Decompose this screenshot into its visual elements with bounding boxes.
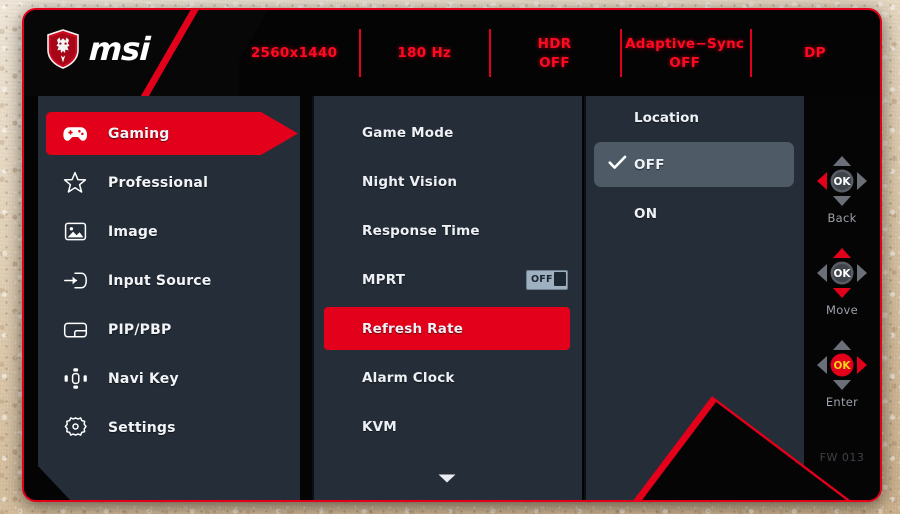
msi-wordmark: msi <box>88 30 151 68</box>
osd-window: msi 2560x1440 180 Hz HDR OFF Adaptive−Sy… <box>22 8 882 502</box>
input-arrow-icon <box>60 266 90 296</box>
mprt-toggle-knob <box>554 271 566 286</box>
sidebar-item-image[interactable]: Image <box>38 207 300 256</box>
dpad-move-icon: OK <box>817 248 867 298</box>
status-bar: 2560x1440 180 Hz HDR OFF Adaptive−Sync O… <box>229 10 880 96</box>
firmware-version: FW 013 <box>819 451 865 464</box>
key-guide-panel: OK Back OK Move OK Enter FW 013 <box>804 96 880 500</box>
submenu-column: Game Mode Night Vision Response Time MPR… <box>312 96 582 500</box>
status-input-port: DP <box>749 10 880 96</box>
osd-body: Gaming Professional Image Input Source P… <box>24 96 880 500</box>
status-refresh-rate: 180 Hz <box>359 10 489 96</box>
sidebar-item-input-source[interactable]: Input Source <box>38 256 300 305</box>
gamepad-icon <box>60 119 90 149</box>
svg-text:OK: OK <box>833 176 851 188</box>
submenu-item-refresh-rate[interactable]: Refresh Rate <box>312 304 582 353</box>
key-guide-caption: Move <box>825 303 859 317</box>
sidebar: Gaming Professional Image Input Source P… <box>38 96 300 500</box>
sidebar-item-pip-pbp[interactable]: PIP/PBP <box>38 305 300 354</box>
msi-logo: msi <box>46 29 151 69</box>
status-hdr: HDR OFF <box>489 10 619 96</box>
option-label: OFF <box>634 156 665 173</box>
sidebar-item-label: Image <box>108 223 158 240</box>
submenu-item-response-time[interactable]: Response Time <box>312 206 582 255</box>
star-icon <box>60 168 90 198</box>
submenu-item-label: KVM <box>362 418 397 435</box>
sidebar-item-gaming[interactable]: Gaming <box>38 109 300 158</box>
chevron-down-icon <box>438 474 456 483</box>
pip-pbp-icon <box>60 315 90 345</box>
dpad-enter-icon: OK <box>817 340 867 390</box>
mprt-toggle-label: OFF <box>531 274 553 285</box>
msi-dragon-shield-icon <box>47 29 79 69</box>
sidebar-item-navi-key[interactable]: Navi Key <box>38 354 300 403</box>
sidebar-item-label: Navi Key <box>108 370 179 387</box>
sidebar-item-label: Input Source <box>108 272 212 289</box>
mprt-toggle[interactable]: OFF <box>526 269 568 290</box>
key-guide-back[interactable]: OK Back <box>804 152 880 225</box>
option-on[interactable]: ON <box>584 189 804 238</box>
check-icon <box>608 155 627 175</box>
options-header-label: Location <box>634 110 699 126</box>
status-adaptive-sync: Adaptive−Sync OFF <box>619 10 750 96</box>
submenu-item-mprt[interactable]: MPRT OFF <box>312 255 582 304</box>
svg-text:OK: OK <box>833 268 851 280</box>
key-guide-enter[interactable]: OK Enter <box>804 336 880 409</box>
options-header: Location <box>584 96 804 140</box>
picture-icon <box>60 217 90 247</box>
sidebar-item-label: Settings <box>108 419 176 436</box>
submenu-item-alarm-clock[interactable]: Alarm Clock <box>312 353 582 402</box>
option-off[interactable]: OFF <box>584 140 804 189</box>
dpad-back-icon: OK <box>817 156 867 206</box>
submenu-item-label: Game Mode <box>362 124 454 141</box>
submenu-item-label: MPRT <box>362 271 406 288</box>
submenu-item-kvm[interactable]: KVM <box>312 402 582 451</box>
submenu-item-night-vision[interactable]: Night Vision <box>312 157 582 206</box>
sidebar-item-label: Professional <box>108 174 209 191</box>
key-guide-caption: Back <box>827 211 857 225</box>
navi-key-icon <box>60 364 90 394</box>
svg-text:OK: OK <box>833 360 851 372</box>
gear-icon <box>60 413 90 443</box>
submenu-item-game-mode[interactable]: Game Mode <box>312 108 582 157</box>
submenu-item-label: Refresh Rate <box>362 320 464 337</box>
sidebar-item-label: Gaming <box>108 125 170 142</box>
key-guide-caption: Enter <box>825 395 859 409</box>
key-guide-move[interactable]: OK Move <box>804 244 880 317</box>
status-resolution: 2560x1440 <box>250 45 338 61</box>
option-label: ON <box>634 205 658 222</box>
submenu-item-label: Response Time <box>362 222 480 239</box>
screenshot-root: msi 2560x1440 180 Hz HDR OFF Adaptive−Sy… <box>0 0 900 514</box>
sidebar-item-label: PIP/PBP <box>108 321 172 338</box>
submenu-scroll-down[interactable] <box>312 473 582 484</box>
submenu-item-label: Alarm Clock <box>362 369 455 386</box>
submenu-item-label: Night Vision <box>362 173 458 190</box>
sidebar-item-settings[interactable]: Settings <box>38 403 300 452</box>
sidebar-item-professional[interactable]: Professional <box>38 158 300 207</box>
